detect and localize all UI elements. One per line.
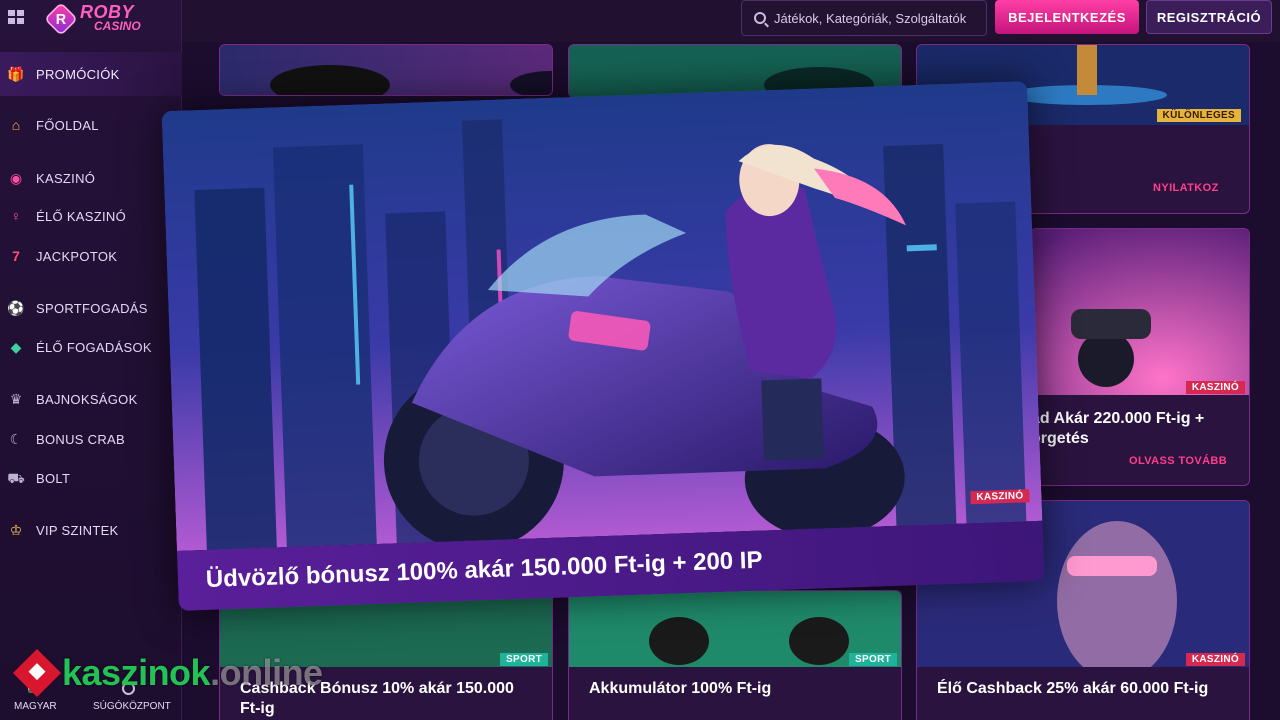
sidebar: R ROBY CASINO 🎁 PROMÓCIÓK ⌂ FŐOLDAL ◉ KA… (0, 0, 182, 720)
sidebar-item-home[interactable]: ⌂ FŐOLDAL (0, 110, 182, 140)
promo-card-top-left[interactable] (219, 44, 553, 96)
soccer-ball-icon: ⚽ (7, 300, 25, 316)
ticket-icon: ◆ (10, 339, 22, 355)
sidebar-item-promotions[interactable]: 🎁 PROMÓCIÓK (0, 52, 182, 96)
logo-badge: R (44, 2, 78, 36)
crab-claw-icon: ☾ (9, 431, 23, 447)
top-header: Játékok, Kategóriák, Szolgáltatók BEJELE… (182, 0, 1280, 42)
logo[interactable]: R ROBY CASINO (44, 2, 156, 36)
banner-illustration (161, 81, 1043, 551)
promo-card-mid-right[interactable]: KASZINÓ ad Akár 220.000 Ft-ig + orgetés … (1030, 228, 1250, 486)
casino-tag: KASZINÓ (970, 489, 1030, 505)
logo-subtext: CASINO (94, 19, 141, 33)
watermark-diamond-icon (12, 648, 62, 698)
casino-tag: KASZINÓ (1185, 653, 1245, 666)
promo-card-image (220, 45, 552, 95)
sidebar-item-tournaments[interactable]: ♛ BAJNOKSÁGOK (0, 384, 182, 414)
login-button[interactable]: BEJELENTKEZÉS (995, 0, 1139, 34)
sidebar-item-casino[interactable]: ◉ KASZINÓ (0, 163, 182, 193)
search-icon (754, 12, 766, 24)
search-placeholder: Játékok, Kategóriák, Szolgáltatók (774, 10, 967, 26)
home-icon: ⌂ (11, 117, 21, 133)
promo-card-link[interactable]: NYILATKOZ (1153, 182, 1219, 194)
sport-tag: SPORT (849, 653, 897, 666)
watermark-logo: kaszinok.online (12, 648, 323, 698)
logo-text: ROBY (80, 2, 135, 22)
cart-icon: ⛟ (7, 470, 25, 486)
sidebar-item-bonus-crab[interactable]: ☾ BONUS CRAB (0, 424, 182, 454)
casino-chip-icon: ◉ (9, 170, 23, 186)
microphone-icon: ♀ (10, 208, 22, 224)
sidebar-item-shop[interactable]: ⛟ BOLT (0, 463, 182, 493)
sidebar-item-vip[interactable]: ♔ VIP SZINTEK (0, 515, 182, 545)
register-button[interactable]: REGISZTRÁCIÓ (1146, 0, 1272, 34)
promo-card-title: ad Akár 220.000 Ft-ig + orgetés (1031, 410, 1205, 447)
menu-toggle-icon[interactable] (8, 10, 24, 24)
language-label[interactable]: MAGYAR (14, 701, 57, 712)
promo-card-title: Akkumulátor 100% Ft-ig (589, 680, 772, 697)
promo-card-title: Élő Cashback 25% akár 60.000 Ft-ig (937, 680, 1209, 697)
promo-card-image (1031, 229, 1249, 395)
trophy-icon: ♛ (9, 391, 23, 407)
welcome-bonus-banner[interactable]: Üdvözlő bónusz 100% akár 150.000 Ft-ig +… (161, 81, 1045, 611)
crown-icon: ♔ (9, 522, 23, 538)
banner-title: Üdvözlő bónusz 100% akár 150.000 Ft-ig +… (205, 546, 763, 593)
sidebar-item-live-bets[interactable]: ◆ ÉLŐ FOGADÁSOK (0, 332, 182, 362)
casino-tag: KASZINÓ (1185, 381, 1245, 394)
promo-card-bottom-mid[interactable]: SPORT Akkumulátor 100% Ft-ig (568, 590, 902, 720)
sport-tag: SPORT (500, 653, 548, 666)
help-center-label[interactable]: SÚGÓKÖZPONT (93, 701, 171, 712)
sidebar-item-live-casino[interactable]: ♀ ÉLŐ KASZINÓ (0, 201, 182, 231)
gift-icon: 🎁 (7, 66, 25, 82)
sidebar-item-sports[interactable]: ⚽ SPORTFOGADÁS (0, 293, 182, 323)
sidebar-item-jackpots[interactable]: 7 JACKPOTOK (0, 241, 182, 271)
search-input[interactable]: Játékok, Kategóriák, Szolgáltatók (741, 0, 987, 36)
read-more-link[interactable]: OLVASS TOVÁBB (1129, 455, 1227, 467)
seven-icon: 7 (12, 248, 20, 264)
special-tag: KÜLÖNLEGES (1156, 109, 1241, 122)
